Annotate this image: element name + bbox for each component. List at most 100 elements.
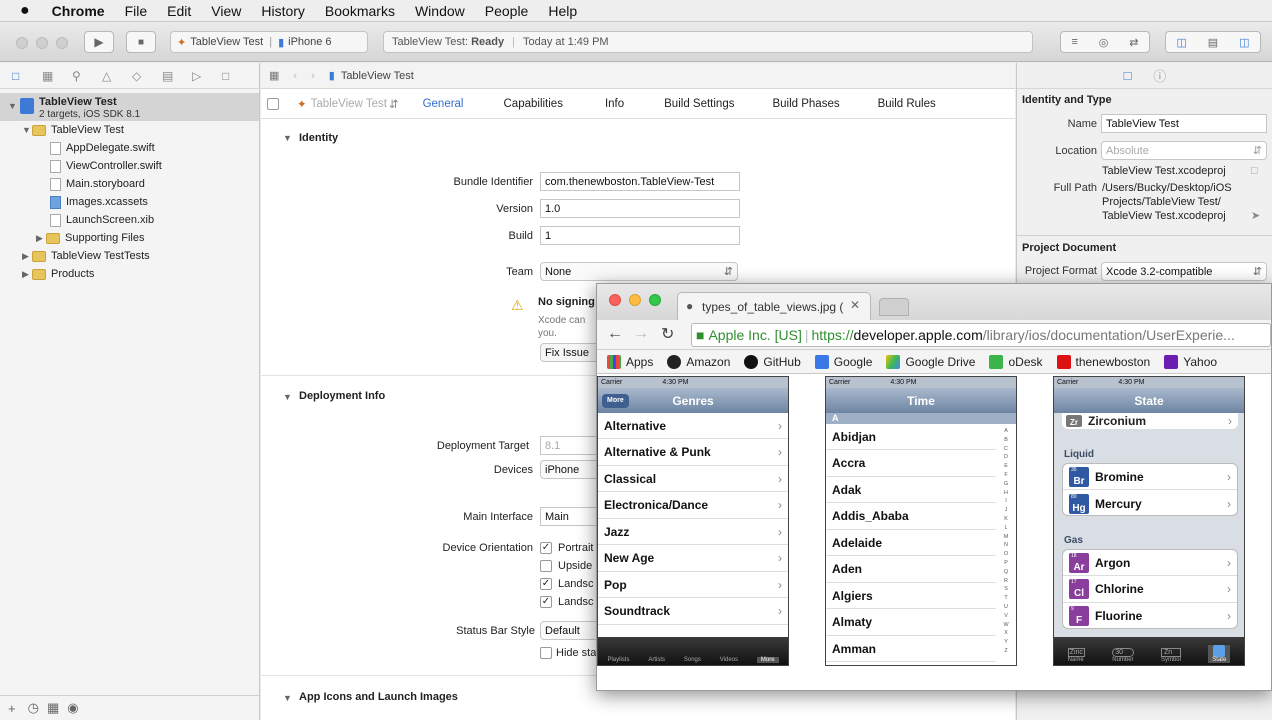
menu-history[interactable]: History: [261, 3, 305, 19]
menu-window[interactable]: Window: [415, 3, 465, 19]
timezone-row[interactable]: Adak: [826, 477, 996, 503]
index-letter[interactable]: Y: [1002, 638, 1010, 647]
target-selector[interactable]: TableView Test: [311, 98, 387, 110]
build-field[interactable]: 1: [540, 226, 740, 245]
main-interface-combo[interactable]: Main: [540, 507, 600, 526]
debug-nav-icon[interactable]: ▤: [162, 69, 192, 83]
window-close-button[interactable]: [16, 37, 28, 49]
menu-app-name[interactable]: Chrome: [52, 3, 105, 19]
stop-button[interactable]: ■: [126, 31, 156, 53]
landscape-right-checkbox[interactable]: ✓: [540, 596, 552, 608]
disclosure-open-icon[interactable]: ▼: [283, 693, 292, 703]
navigator-toggle-icon[interactable]: ◫: [1176, 36, 1186, 49]
utilities-toggle-icon[interactable]: ◫: [1239, 36, 1249, 49]
window-zoom-button[interactable]: [56, 37, 68, 49]
index-letter[interactable]: D: [1002, 453, 1010, 462]
timezone-row[interactable]: Abidjan: [826, 424, 996, 450]
chrome-close-button[interactable]: [609, 294, 621, 306]
menu-people[interactable]: People: [485, 3, 529, 19]
nav-item-images[interactable]: Images.xcassets: [0, 193, 260, 211]
issue-nav-icon[interactable]: △: [102, 69, 132, 83]
zirconium-row[interactable]: Zr Zirconium ›: [1062, 413, 1238, 429]
menu-edit[interactable]: Edit: [167, 3, 191, 19]
genre-row[interactable]: Classical ›: [598, 466, 788, 492]
index-letter[interactable]: U: [1002, 603, 1010, 612]
genre-row[interactable]: New Age ›: [598, 546, 788, 572]
chrome-zoom-button[interactable]: [649, 294, 661, 306]
file-inspector-icon[interactable]: □: [1124, 68, 1132, 83]
name-field[interactable]: TableView Test: [1101, 114, 1267, 133]
index-letter[interactable]: F: [1002, 471, 1010, 480]
nav-item-viewcontroller[interactable]: ViewController.swift: [0, 157, 260, 175]
quick-help-icon[interactable]: ⓘ: [1153, 66, 1166, 85]
scm-icon[interactable]: ▦: [47, 700, 59, 716]
index-letter[interactable]: W: [1002, 621, 1010, 630]
timezone-row[interactable]: Amman: [826, 636, 996, 662]
chrome-tab[interactable]: ● types_of_table_views.jpg ( ✕: [677, 292, 871, 320]
tab-artists[interactable]: Artists: [648, 657, 665, 663]
assistant-editor-icon[interactable]: ◎: [1099, 36, 1109, 49]
devices-popup[interactable]: iPhone: [540, 460, 600, 479]
index-letter[interactable]: A: [1002, 427, 1010, 436]
forward-icon[interactable]: →: [633, 325, 649, 343]
tab-state[interactable]: State: [1208, 645, 1231, 663]
back-icon[interactable]: ‹: [293, 70, 297, 82]
timezone-row[interactable]: Adelaide: [826, 530, 996, 556]
tab-symbol[interactable]: Zn Symbol: [1160, 648, 1181, 663]
reveal-arrow-icon[interactable]: ➤: [1251, 209, 1260, 222]
timezone-row[interactable]: Accra: [826, 451, 996, 477]
editor-mode-buttons[interactable]: ≡ ◎ ⇄: [1060, 31, 1150, 53]
timezone-row[interactable]: Almaty: [826, 610, 996, 636]
bookmark-google[interactable]: Google: [814, 354, 872, 369]
nav-item-main-storyboard[interactable]: Main.storyboard: [0, 175, 260, 193]
back-icon[interactable]: ←: [607, 325, 623, 343]
location-popup[interactable]: Absolute ⇵: [1101, 141, 1267, 160]
bookmark-thenewboston[interactable]: thenewboston: [1056, 354, 1150, 369]
scheme-selector[interactable]: ✦ TableView Test | ▮ iPhone 6: [170, 31, 368, 53]
project-row[interactable]: ▼ TableView Test 2 targets, iOS SDK 8.1: [0, 93, 259, 121]
bookmark-apps[interactable]: Apps: [607, 354, 653, 369]
index-letter[interactable]: H: [1002, 489, 1010, 498]
portrait-checkbox[interactable]: ✓: [540, 542, 552, 554]
new-tab-button[interactable]: [879, 298, 909, 316]
project-list-toggle[interactable]: [267, 98, 279, 110]
bookmark-odesk[interactable]: oDesk: [989, 354, 1043, 369]
menu-file[interactable]: File: [125, 3, 148, 19]
nav-item-appdelegate[interactable]: AppDelegate.swift: [0, 139, 260, 157]
apple-menu-icon[interactable]: ●: [20, 2, 30, 20]
nav-item-launchscreen[interactable]: LaunchScreen.xib: [0, 211, 260, 229]
bookmark-google-drive[interactable]: Google Drive: [886, 354, 975, 369]
statusbar-style-popup[interactable]: Default: [540, 621, 600, 640]
menu-view[interactable]: View: [211, 3, 241, 19]
nav-item-tableview-test[interactable]: ▼ TableView Test: [0, 121, 260, 139]
forward-icon[interactable]: ›: [311, 70, 315, 82]
hide-statusbar-checkbox[interactable]: [540, 647, 552, 659]
bookmark-amazon[interactable]: Amazon: [667, 354, 730, 369]
folder-icon[interactable]: □: [1251, 165, 1258, 177]
version-editor-icon[interactable]: ⇄: [1129, 36, 1138, 49]
menu-bookmarks[interactable]: Bookmarks: [325, 3, 395, 19]
chrome-minimize-button[interactable]: [629, 294, 641, 306]
index-letter[interactable]: I: [1002, 497, 1010, 506]
standard-editor-icon[interactable]: ≡: [1071, 36, 1077, 48]
view-toggle-buttons[interactable]: ◫ ▤ ◫: [1165, 31, 1261, 53]
disclosure-closed-icon[interactable]: ▶: [22, 269, 32, 280]
add-icon[interactable]: +: [8, 701, 16, 716]
bundle-id-field[interactable]: com.thenewboston.TableView-Test: [540, 172, 740, 191]
window-minimize-button[interactable]: [36, 37, 48, 49]
nav-item-products[interactable]: ▶ Products: [0, 265, 260, 283]
disclosure-open-icon[interactable]: ▼: [8, 101, 18, 111]
disclosure-closed-icon[interactable]: ▶: [36, 233, 46, 244]
upside-down-checkbox[interactable]: [540, 560, 552, 572]
tab-info[interactable]: Info: [605, 98, 624, 110]
index-letter[interactable]: P: [1002, 559, 1010, 568]
deployment-target-combo[interactable]: 8.1: [540, 436, 600, 455]
index-letter[interactable]: J: [1002, 506, 1010, 515]
bookmark-yahoo[interactable]: Yahoo: [1164, 354, 1217, 369]
genre-row[interactable]: Alternative ›: [598, 413, 788, 439]
recent-icon[interactable]: ◷: [28, 700, 39, 716]
tab-number[interactable]: 30 Number: [1112, 648, 1134, 663]
index-letter[interactable]: Q: [1002, 568, 1010, 577]
index-letter[interactable]: R: [1002, 577, 1010, 586]
reload-icon[interactable]: ↻: [661, 324, 674, 344]
